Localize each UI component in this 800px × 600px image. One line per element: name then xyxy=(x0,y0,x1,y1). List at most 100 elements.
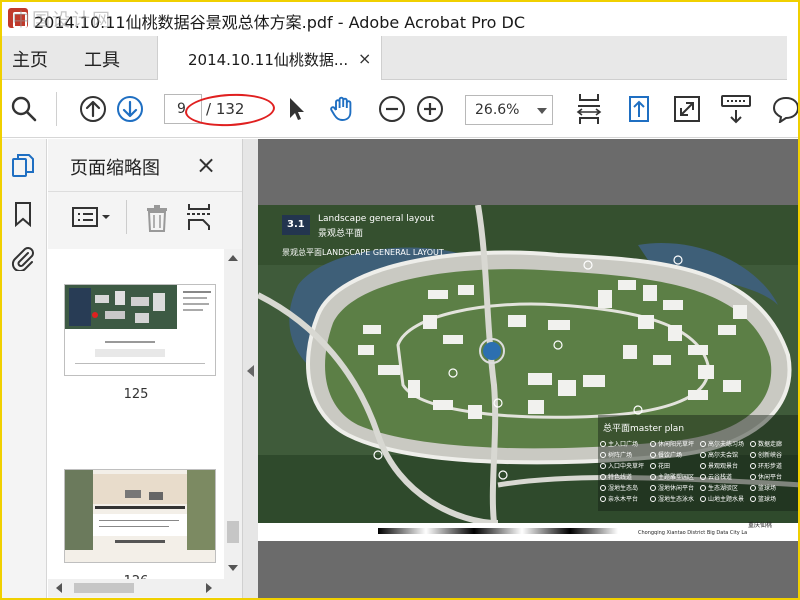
tab-tools[interactable]: 工具 xyxy=(84,46,120,72)
legend-marker-icon xyxy=(650,452,656,458)
panel-toolbar-separator xyxy=(126,200,127,234)
legend-item-label: 云谷栈道 xyxy=(708,474,733,481)
legend-marker-icon xyxy=(600,452,606,458)
scroll-left-icon[interactable] xyxy=(56,583,62,593)
legend-marker-icon xyxy=(700,463,706,469)
legend-item: 特色线道 xyxy=(600,472,632,481)
page-thumbnail[interactable] xyxy=(64,469,216,563)
legend-item-label: 特色线道 xyxy=(608,474,633,481)
legend-item: 亲水木平台 xyxy=(600,494,638,503)
bookmark-icon[interactable] xyxy=(10,201,36,227)
legend-item-label: 山地主题水景 xyxy=(708,496,745,503)
legend-marker-icon xyxy=(700,485,706,491)
watermark-logo: 中国设计网 xyxy=(12,10,112,31)
legend-item: 餐饮广场 xyxy=(650,450,682,459)
page-thumbnail[interactable] xyxy=(64,284,216,376)
legend-marker-icon xyxy=(650,474,656,480)
thumbnail-vertical-scrollbar[interactable] xyxy=(224,249,242,579)
thumbnail-page-number: 125 xyxy=(123,387,149,402)
legend-item: 主入口广场 xyxy=(600,439,638,448)
section-title-en: Landscape general layout xyxy=(318,214,435,224)
close-panel-icon[interactable]: × xyxy=(196,151,216,179)
legend-item: 云谷栈道 xyxy=(700,472,732,481)
search-icon[interactable] xyxy=(10,95,38,123)
close-tab-icon[interactable]: × xyxy=(358,49,371,68)
legend-item: 生态湖驳区 xyxy=(700,483,738,492)
legend-marker-icon xyxy=(650,463,656,469)
tab-home[interactable]: 主页 xyxy=(12,46,48,72)
fullscreen-icon[interactable] xyxy=(673,95,701,123)
legend-item-label: 花田 xyxy=(658,463,671,470)
legend-marker-icon xyxy=(650,496,656,502)
thumbnail-list[interactable]: 125 126 xyxy=(48,249,224,589)
insert-page-icon[interactable] xyxy=(186,202,212,232)
page-down-icon[interactable] xyxy=(116,95,144,123)
legend-item: 篮球场 xyxy=(750,494,776,503)
attachment-icon[interactable] xyxy=(10,245,36,271)
legend-item: 湿地休闲平台 xyxy=(650,483,694,492)
scrollbar-thumb[interactable] xyxy=(227,521,239,543)
thumbnail-horizontal-scrollbar[interactable] xyxy=(48,579,242,597)
page-footer-en: Chongqing Xiantao District Big Data City… xyxy=(638,530,748,536)
fit-width-icon[interactable] xyxy=(574,92,604,126)
plan-legend: 主入口广场 休闲阳光草坪 高尔夫练习场 数据走廊 树阵广场 餐饮广场 高尔夫会馆 创新峡谷 入口… xyxy=(600,439,798,507)
read-mode-icon[interactable] xyxy=(720,92,752,126)
page-footer-cn: 重庆仙桃 xyxy=(748,522,773,529)
legend-item-label: 创新峡谷 xyxy=(758,452,783,459)
thumbnail-preview xyxy=(65,470,215,562)
comment-icon[interactable] xyxy=(772,95,800,123)
rotate-icon[interactable] xyxy=(624,93,654,125)
legend-item-label: 休闲平台 xyxy=(758,474,783,481)
panel-splitter[interactable] xyxy=(242,139,258,598)
legend-item-label: 景观观景台 xyxy=(708,463,739,470)
legend-item-label: 篮球场 xyxy=(758,485,777,492)
hand-icon[interactable] xyxy=(328,95,356,123)
tab-document[interactable]: 2014.10.11仙桃数据... × xyxy=(157,36,382,80)
scroll-down-icon[interactable] xyxy=(228,565,238,571)
legend-item-label: 数据走廊 xyxy=(758,441,783,448)
left-rail xyxy=(2,139,47,598)
legend-item-label: 主入口广场 xyxy=(608,441,639,448)
scroll-right-icon[interactable] xyxy=(206,583,212,593)
legend-item-label: 湿地生态岛 xyxy=(608,485,639,492)
panel-title: 页面缩略图 xyxy=(70,158,160,179)
select-arrow-icon[interactable] xyxy=(282,95,310,123)
thumbnail-options-icon[interactable] xyxy=(72,206,112,230)
legend-item-label: 餐饮广场 xyxy=(658,452,683,459)
scroll-up-icon[interactable] xyxy=(228,255,238,261)
panel-divider xyxy=(48,191,242,192)
legend-item-label: 环形步道 xyxy=(758,463,783,470)
legend-item: 山地主题水景 xyxy=(700,494,744,503)
scrollbar-thumb[interactable] xyxy=(74,583,134,593)
legend-marker-icon xyxy=(750,485,756,491)
legend-item: 入口中央草坪 xyxy=(600,461,644,470)
zoom-in-icon[interactable] xyxy=(416,95,444,123)
thumbnail-preview xyxy=(65,285,211,364)
app-window: 2014.10.11仙桃数据谷景观总体方案.pdf - Adobe Acroba… xyxy=(0,0,800,600)
zoom-out-icon[interactable] xyxy=(378,95,406,123)
pdf-page: 3.1 Landscape general layout 景观总平面 景观总平面… xyxy=(258,205,798,541)
pages-icon[interactable] xyxy=(10,153,36,179)
legend-marker-icon xyxy=(600,496,606,502)
legend-marker-icon xyxy=(650,485,656,491)
legend-item-label: 休闲阳光草坪 xyxy=(658,441,695,448)
legend-item: 环形步道 xyxy=(750,461,782,470)
page-up-icon[interactable] xyxy=(79,95,107,123)
legend-marker-icon xyxy=(700,496,706,502)
legend-item: 树阵广场 xyxy=(600,450,632,459)
legend-item: 休闲阳光草坪 xyxy=(650,439,694,448)
legend-marker-icon xyxy=(600,485,606,491)
thumbnail-panel: 页面缩略图 × 125 xyxy=(48,139,242,598)
document-tab-label: 2014.10.11仙桃数据... xyxy=(188,51,349,69)
legend-item: 高尔夫会馆 xyxy=(700,450,738,459)
color-calibration-bar xyxy=(378,528,618,534)
trash-icon[interactable] xyxy=(146,204,168,232)
legend-marker-icon xyxy=(750,463,756,469)
legend-item-label: 生态湖驳区 xyxy=(708,485,739,492)
legend-marker-icon xyxy=(700,474,706,480)
legend-item-label: 湿地休闲平台 xyxy=(658,485,695,492)
document-view[interactable]: 3.1 Landscape general layout 景观总平面 景观总平面… xyxy=(258,139,798,598)
collapse-panel-icon[interactable] xyxy=(247,365,254,377)
legend-marker-icon xyxy=(700,452,706,458)
chevron-down-icon[interactable] xyxy=(537,108,547,114)
